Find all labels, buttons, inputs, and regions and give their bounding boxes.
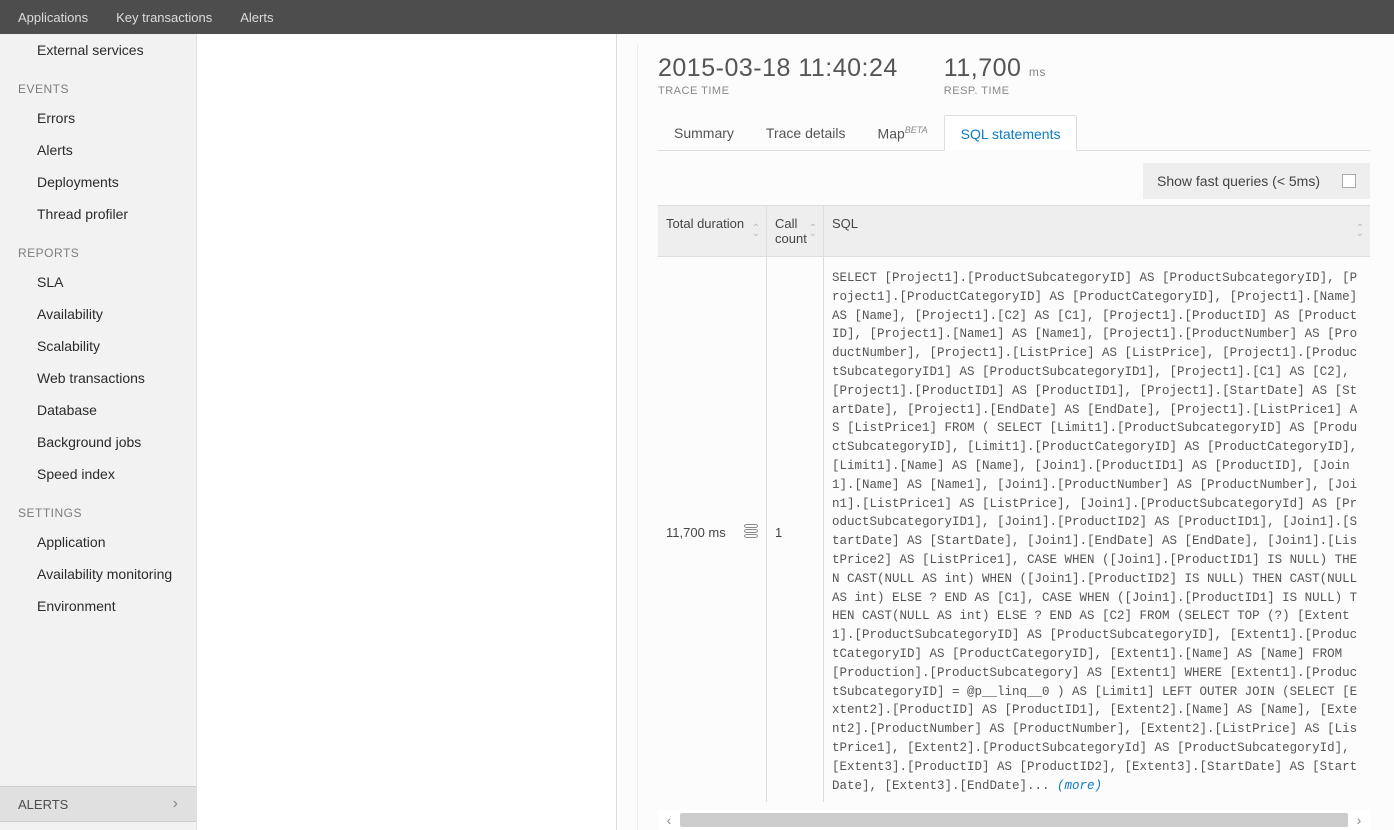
sort-icon <box>809 225 817 237</box>
fast-queries-checkbox[interactable] <box>1342 174 1356 188</box>
middle-column <box>197 34 617 830</box>
resp-time-value: 11,700 ms <box>944 54 1046 83</box>
resp-time-label: RESP. TIME <box>944 85 1046 97</box>
sidebar: External services EVENTS Errors Alerts D… <box>0 34 197 830</box>
table-header: Total duration Call count SQL <box>658 205 1370 257</box>
tab-sql-statements[interactable]: SQL statements <box>944 115 1078 151</box>
sidebar-item-environment[interactable]: Environment <box>0 590 196 622</box>
sidebar-item-sla[interactable]: SLA <box>0 266 196 298</box>
sidebar-section-events: EVENTS <box>0 66 196 102</box>
sidebar-item-application[interactable]: Application <box>0 526 196 558</box>
sidebar-scroll[interactable]: External services EVENTS Errors Alerts D… <box>0 34 196 830</box>
page-body: External services EVENTS Errors Alerts D… <box>0 34 1394 830</box>
trace-time-value: 2015-03-18 11:40:24 <box>658 54 898 83</box>
sql-table: Total duration Call count SQL 11,700 ms … <box>658 205 1370 830</box>
resp-time-stat: 11,700 ms RESP. TIME <box>944 54 1046 97</box>
cell-duration: 11,700 ms <box>658 257 766 802</box>
sidebar-item-deployments[interactable]: Deployments <box>0 166 196 198</box>
tab-map[interactable]: MapBETA <box>862 115 944 150</box>
sidebar-item-errors[interactable]: Errors <box>0 102 196 134</box>
scroll-right-icon[interactable]: › <box>1348 812 1370 828</box>
beta-badge: BETA <box>905 125 928 135</box>
table-row[interactable]: 11,700 ms 1 SELECT [Project1].[ProductSu… <box>658 257 1370 802</box>
table-body: 11,700 ms 1 SELECT [Project1].[ProductSu… <box>658 257 1370 802</box>
duration-value: 11,700 ms <box>666 525 726 540</box>
sidebar-item-availability-monitoring[interactable]: Availability monitoring <box>0 558 196 590</box>
sidebar-item-web-transactions[interactable]: Web transactions <box>0 362 196 394</box>
col-sql[interactable]: SQL <box>824 206 1370 256</box>
cell-sql: SELECT [Project1].[ProductSubcategoryID]… <box>824 257 1370 802</box>
detail-tabs: Summary Trace details MapBETA SQL statem… <box>658 115 1370 151</box>
sidebar-item-database[interactable]: Database <box>0 394 196 426</box>
database-icon[interactable] <box>744 524 758 540</box>
col-total-duration[interactable]: Total duration <box>658 206 766 256</box>
fast-queries-toggle[interactable]: Show fast queries (< 5ms) <box>1143 163 1370 199</box>
fast-queries-label: Show fast queries (< 5ms) <box>1157 173 1320 189</box>
more-link[interactable]: (more) <box>1057 779 1102 793</box>
nav-alerts[interactable]: Alerts <box>240 10 273 25</box>
detail-header: 2015-03-18 11:40:24 TRACE TIME 11,700 ms… <box>658 44 1370 97</box>
sql-text: SELECT [Project1].[ProductSubcategoryID]… <box>832 271 1357 793</box>
sidebar-item-alerts[interactable]: Alerts <box>0 134 196 166</box>
sidebar-item-speed-index[interactable]: Speed index <box>0 458 196 490</box>
sidebar-section-settings: SETTINGS <box>0 490 196 526</box>
sidebar-alerts-footer-label: ALERTS <box>18 797 68 812</box>
resp-time-unit: ms <box>1029 65 1046 79</box>
col-call-count[interactable]: Call count <box>766 206 824 256</box>
chevron-right-icon <box>173 795 178 813</box>
trace-time-label: TRACE TIME <box>658 85 898 97</box>
sidebar-alerts-footer[interactable]: ALERTS <box>0 786 196 822</box>
sidebar-item-thread-profiler[interactable]: Thread profiler <box>0 198 196 230</box>
detail-panel: 2015-03-18 11:40:24 TRACE TIME 11,700 ms… <box>617 34 1394 830</box>
scroll-track[interactable] <box>680 813 1348 827</box>
tab-summary[interactable]: Summary <box>658 115 750 150</box>
sidebar-item-external-services[interactable]: External services <box>0 34 196 66</box>
scroll-left-icon[interactable]: ‹ <box>658 812 680 828</box>
trace-time-stat: 2015-03-18 11:40:24 TRACE TIME <box>658 54 898 97</box>
sidebar-item-background-jobs[interactable]: Background jobs <box>0 426 196 458</box>
nav-key-transactions[interactable]: Key transactions <box>116 10 212 25</box>
horizontal-scrollbar[interactable]: ‹ › <box>658 810 1370 830</box>
sidebar-section-reports: REPORTS <box>0 230 196 266</box>
nav-applications[interactable]: Applications <box>18 10 88 25</box>
sidebar-item-scalability[interactable]: Scalability <box>0 330 196 362</box>
sort-icon <box>752 225 760 237</box>
sidebar-item-availability[interactable]: Availability <box>0 298 196 330</box>
fast-queries-bar: Show fast queries (< 5ms) <box>658 151 1370 205</box>
tab-trace-details[interactable]: Trace details <box>750 115 862 150</box>
sort-icon <box>1356 225 1364 237</box>
cell-call-count: 1 <box>766 257 824 802</box>
detail-inner: 2015-03-18 11:40:24 TRACE TIME 11,700 ms… <box>637 44 1370 830</box>
top-nav: Applications Key transactions Alerts <box>0 0 1394 34</box>
